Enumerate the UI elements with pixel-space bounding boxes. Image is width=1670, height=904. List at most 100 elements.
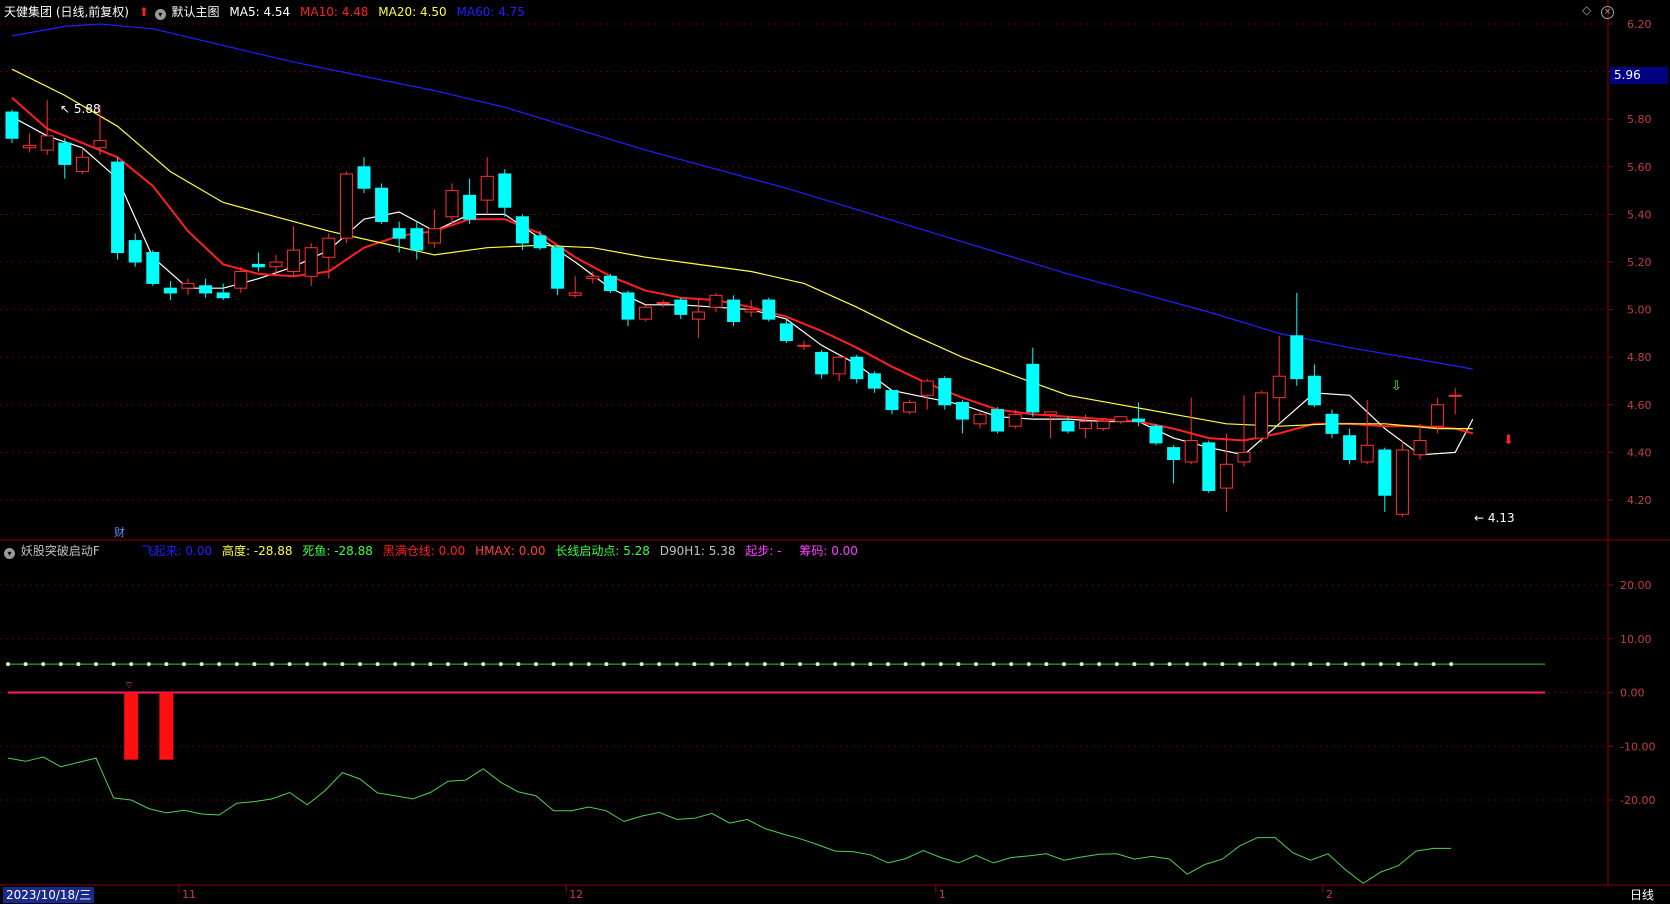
- candle-body: [920, 380, 934, 396]
- candle: [199, 278, 213, 298]
- candle-body: [1395, 449, 1409, 515]
- candle-body: [1079, 420, 1093, 430]
- candle-body: [744, 309, 758, 313]
- candle-body: [727, 299, 741, 322]
- candle-body: [815, 351, 829, 375]
- candle-body: [991, 409, 1005, 432]
- long-start-dot: [534, 662, 538, 667]
- long-start-dot: [850, 662, 855, 667]
- candle-body: [304, 247, 318, 277]
- long-start-dot: [569, 662, 574, 667]
- long-start-dot: [1079, 662, 1084, 667]
- candle: [287, 226, 301, 277]
- candle-body: [1167, 447, 1181, 461]
- period-label[interactable]: 日线: [1630, 887, 1654, 903]
- candle: [691, 297, 705, 339]
- candle: [163, 281, 177, 301]
- long-start-dot: [1396, 662, 1401, 667]
- month-label: 11: [182, 888, 196, 901]
- indicator-name[interactable]: 妖股突破启动F: [21, 544, 100, 558]
- candle-body: [1131, 418, 1145, 422]
- candle-body: [1343, 435, 1357, 461]
- long-start-dot: [1290, 662, 1295, 667]
- close-icon[interactable]: ×: [1601, 6, 1615, 19]
- candle: [991, 407, 1005, 434]
- candle-body: [656, 301, 670, 304]
- long-start-dot: [340, 662, 345, 667]
- long-start-dot: [639, 662, 644, 667]
- candle-body: [1290, 335, 1304, 380]
- candle-body: [551, 247, 565, 289]
- long-start-dot: [217, 662, 222, 667]
- candle-body: [938, 378, 952, 406]
- long-start-dot: [393, 662, 398, 667]
- indicator-menu-icon[interactable]: ▾: [4, 548, 15, 559]
- candle: [938, 376, 952, 410]
- candle: [1114, 416, 1128, 424]
- candle: [1026, 347, 1040, 417]
- ma5-label: MA5: 4.54: [229, 5, 291, 19]
- candle: [463, 178, 477, 224]
- candle-body: [23, 144, 37, 149]
- main-chart-menu-icon[interactable]: ▾: [154, 9, 166, 20]
- stock-chart-canvas[interactable]: 6.206.005.805.605.405.205.004.804.604.40…: [0, 0, 1670, 904]
- long-start-dot: [1238, 662, 1242, 667]
- candle-body: [339, 173, 353, 239]
- candle: [1237, 395, 1251, 467]
- candle-body: [1149, 425, 1163, 444]
- main-chart-label[interactable]: 默认主图: [172, 5, 220, 19]
- long-start-dot: [692, 662, 697, 667]
- period-high-label: ↖ 5.88: [60, 102, 101, 116]
- candle: [23, 133, 37, 153]
- long-start-dot: [6, 662, 10, 667]
- candle: [551, 245, 565, 296]
- candle: [5, 109, 19, 143]
- candle-body: [533, 235, 547, 249]
- cursor-date-label: 2023/10/18/三: [3, 887, 95, 903]
- candle: [339, 171, 353, 243]
- moving-average-lines: [11, 23, 1474, 456]
- long-start-dot: [657, 662, 662, 667]
- candle-body: [1096, 420, 1110, 430]
- candle: [1378, 447, 1392, 512]
- candle-body: [1360, 444, 1374, 463]
- candle: [1167, 445, 1181, 484]
- long-start-dot: [1132, 662, 1137, 667]
- candle-body: [146, 251, 160, 284]
- stock-title[interactable]: 天健集团 (日线,前复权): [4, 5, 129, 19]
- price-tick-label: 4.60: [1627, 399, 1652, 412]
- price-tick-label: 4.40: [1627, 446, 1652, 459]
- candle: [304, 242, 318, 286]
- candle: [586, 271, 600, 284]
- sell-signal-arrow-icon: ⬇: [1503, 433, 1514, 448]
- price-tick-label: 5.00: [1627, 304, 1652, 317]
- ma10-label: MA10: 4.48: [300, 5, 369, 19]
- long-start-dot: [1167, 662, 1172, 667]
- candle-body: [1008, 413, 1022, 427]
- indicator-axis: 20.00 10.00 0.00 -10.00 -20.00: [1608, 579, 1655, 807]
- candle-body: [639, 306, 653, 320]
- candle: [955, 400, 969, 434]
- candle: [58, 138, 72, 179]
- long-start-dot: [41, 662, 46, 667]
- candle-body: [1219, 463, 1233, 489]
- candle: [639, 304, 653, 322]
- financial-report-marker[interactable]: 财: [114, 524, 125, 540]
- signal-bar: [159, 692, 174, 760]
- indicator-param-heimancang: 黑满仓线: 0.00: [382, 544, 466, 558]
- arrow-up-icon: ⬆: [138, 5, 149, 19]
- candle: [727, 295, 741, 327]
- indicator-series: ⌔: [6, 662, 1545, 884]
- candle-body: [357, 166, 371, 189]
- long-start-dot: [1044, 662, 1049, 667]
- candle: [797, 340, 811, 351]
- long-start-dot: [358, 662, 362, 667]
- indicator-param-siyu: 死鱼: -28.88: [302, 544, 373, 558]
- long-start-dot: [604, 662, 609, 667]
- diamond-icon[interactable]: ◇: [1582, 3, 1591, 17]
- long-start-dot: [287, 662, 292, 667]
- candle: [973, 411, 987, 429]
- candle: [111, 157, 125, 260]
- long-start-dot: [745, 662, 750, 667]
- long-start-dot: [798, 662, 802, 667]
